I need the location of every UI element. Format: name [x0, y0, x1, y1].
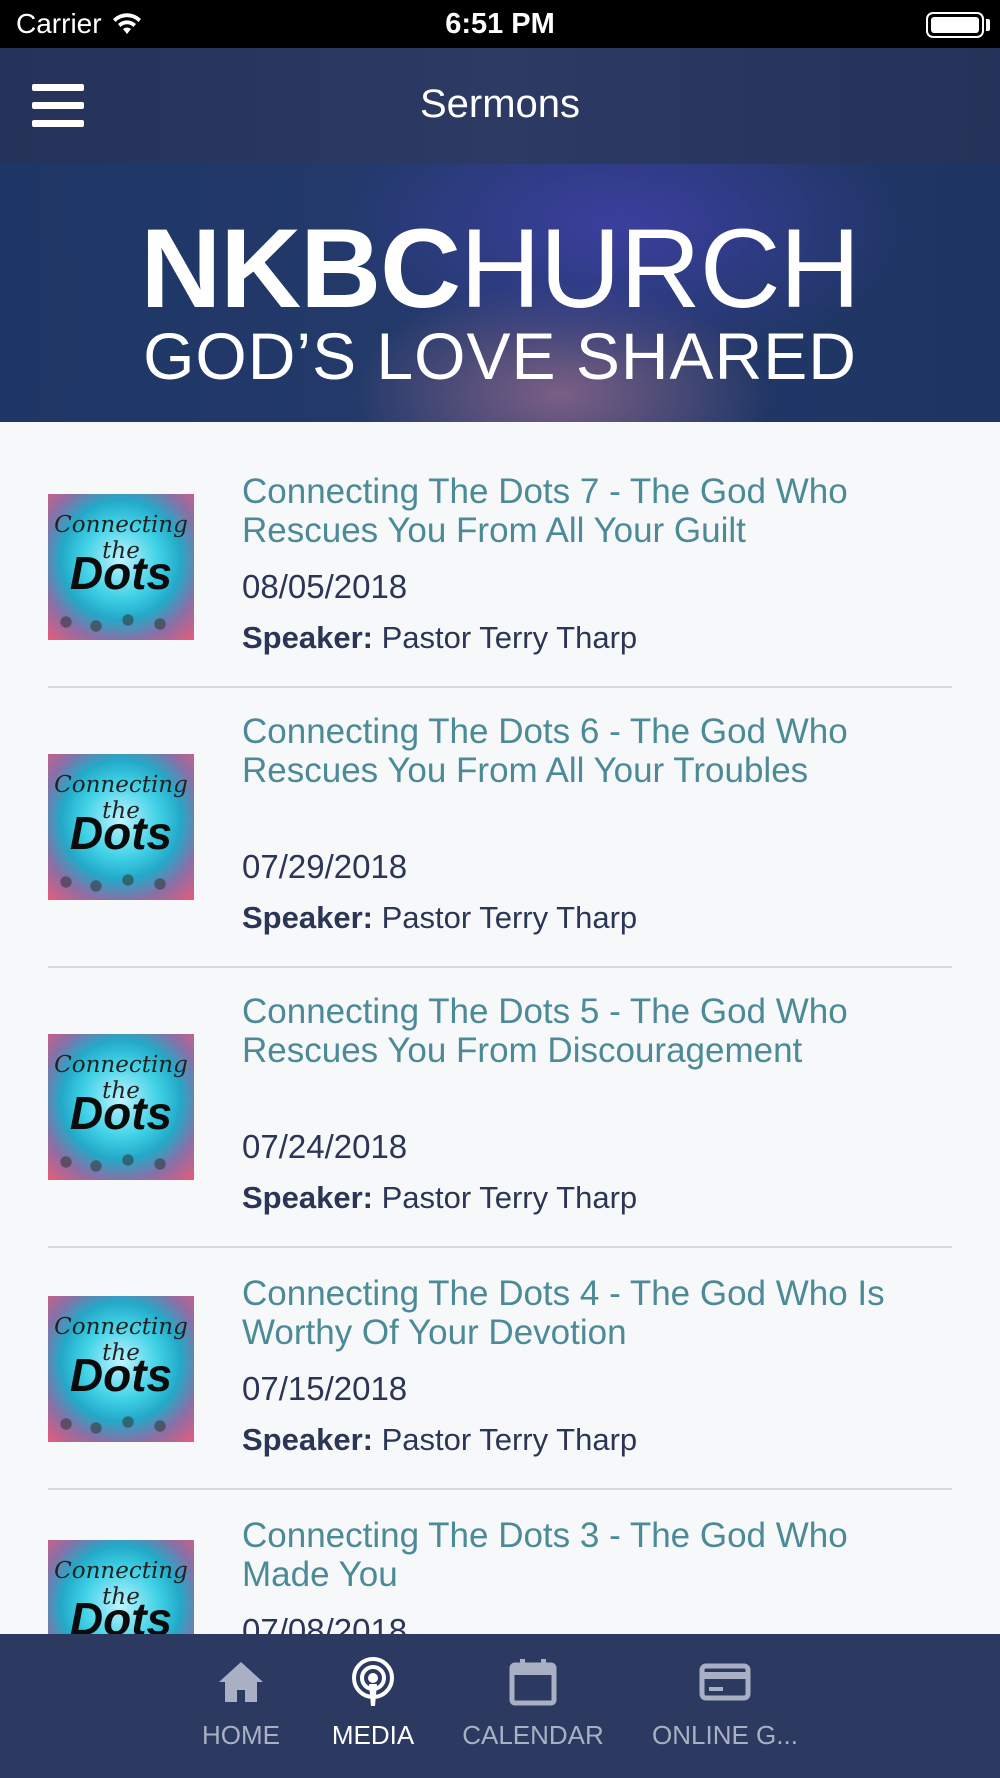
brand-bold: NKBC	[140, 206, 462, 331]
sermon-list-item[interactable]: Connecting the Dots Connecting The Dots …	[0, 1248, 1000, 1490]
sermon-date: 07/15/2018	[242, 1370, 408, 1407]
sermon-date: 07/08/2018	[242, 1612, 408, 1634]
speaker-label: Speaker:	[242, 620, 373, 655]
tab-label: CALENDAR	[462, 1720, 604, 1750]
thumbnail-main-text: Dots	[69, 807, 173, 859]
sermon-thumbnail: Connecting the Dots	[48, 1540, 194, 1634]
speaker-label: Speaker:	[242, 900, 373, 935]
tab-label: ONLINE G...	[652, 1720, 798, 1750]
sermon-title: Connecting The Dots 4 - The God Who Is W…	[242, 1274, 885, 1352]
thumbnail-dots-decoration	[56, 1410, 186, 1436]
sermon-list[interactable]: Connecting the Dots Connecting The Dots …	[0, 422, 1000, 1634]
podcast-icon	[352, 1657, 394, 1706]
thumbnail-dots-decoration	[56, 1148, 186, 1174]
tab-label: HOME	[202, 1720, 280, 1750]
sermon-thumbnail: Connecting the Dots	[48, 494, 194, 640]
bottom-tab-bar: HOME MEDIA CALENDAR ONLINE G...	[0, 1634, 1000, 1778]
sermon-speaker: Speaker: Pastor Terry Tharp	[242, 900, 902, 936]
speaker-name: Pastor Terry Tharp	[381, 1422, 638, 1457]
sermon-list-item[interactable]: Connecting the Dots Connecting The Dots …	[0, 422, 1000, 688]
sermon-title: Connecting The Dots 6 - The God Who Resc…	[242, 712, 848, 790]
speaker-label: Speaker:	[242, 1180, 373, 1215]
church-logo-text: NKBCHURCH	[0, 204, 1000, 333]
sermon-speaker: Speaker: Pastor Terry Tharp	[242, 1422, 902, 1458]
sermon-list-item[interactable]: Connecting the Dots Connecting The Dots …	[0, 688, 1000, 968]
sermon-title: Connecting The Dots 7 - The God Who Resc…	[242, 472, 848, 550]
tab-label: MEDIA	[331, 1720, 415, 1750]
battery-cap	[986, 19, 990, 31]
status-bar: Carrier 6:51 PM	[0, 0, 1000, 48]
thumbnail-main-text: Dots	[69, 1593, 173, 1634]
sermon-list-item[interactable]: Connecting the Dots Connecting The Dots …	[0, 1490, 1000, 1634]
calendar-icon	[509, 1659, 557, 1706]
tab-calendar[interactable]: CALENDAR	[458, 1634, 608, 1778]
tab-home[interactable]: HOME	[186, 1634, 296, 1778]
sermon-title: Connecting The Dots 3 - The God Who Made…	[242, 1516, 848, 1594]
credit-card-icon	[699, 1663, 751, 1701]
status-time: 6:51 PM	[445, 8, 555, 40]
sermon-title: Connecting The Dots 5 - The God Who Resc…	[242, 992, 848, 1070]
sermon-date: 08/05/2018	[242, 568, 408, 605]
sermon-thumbnail: Connecting the Dots	[48, 1296, 194, 1442]
home-icon	[219, 1662, 263, 1702]
battery-icon	[926, 12, 984, 38]
sermon-speaker: Speaker: Pastor Terry Tharp	[242, 620, 902, 656]
church-tagline: GOD’S LOVE SHARED	[143, 319, 857, 393]
sermon-date: 07/24/2018	[242, 1128, 408, 1165]
thumbnail-dots-decoration	[56, 868, 186, 894]
speaker-name: Pastor Terry Tharp	[381, 620, 638, 655]
sermon-list-item[interactable]: Connecting the Dots Connecting The Dots …	[0, 968, 1000, 1248]
thumbnail-main-text: Dots	[69, 1087, 173, 1139]
speaker-label: Speaker:	[242, 1422, 373, 1457]
brand-light: HURCH	[460, 206, 860, 331]
navigation-bar: Sermons	[0, 48, 1000, 164]
page-title: Sermons	[419, 82, 581, 126]
thumbnail-main-text: Dots	[69, 1349, 173, 1401]
sermon-speaker: Speaker: Pastor Terry Tharp	[242, 1180, 902, 1216]
church-banner: NKBCHURCH GOD’S LOVE SHARED	[0, 164, 1000, 422]
tab-online-giving[interactable]: ONLINE G...	[648, 1634, 802, 1778]
speaker-name: Pastor Terry Tharp	[381, 900, 638, 935]
sermon-thumbnail: Connecting the Dots	[48, 1034, 194, 1180]
thumbnail-dots-decoration	[56, 608, 186, 634]
tab-media[interactable]: MEDIA	[318, 1634, 428, 1778]
sermon-thumbnail: Connecting the Dots	[48, 754, 194, 900]
speaker-name: Pastor Terry Tharp	[381, 1180, 638, 1215]
thumbnail-main-text: Dots	[69, 547, 173, 599]
sermon-date: 07/29/2018	[242, 848, 408, 885]
